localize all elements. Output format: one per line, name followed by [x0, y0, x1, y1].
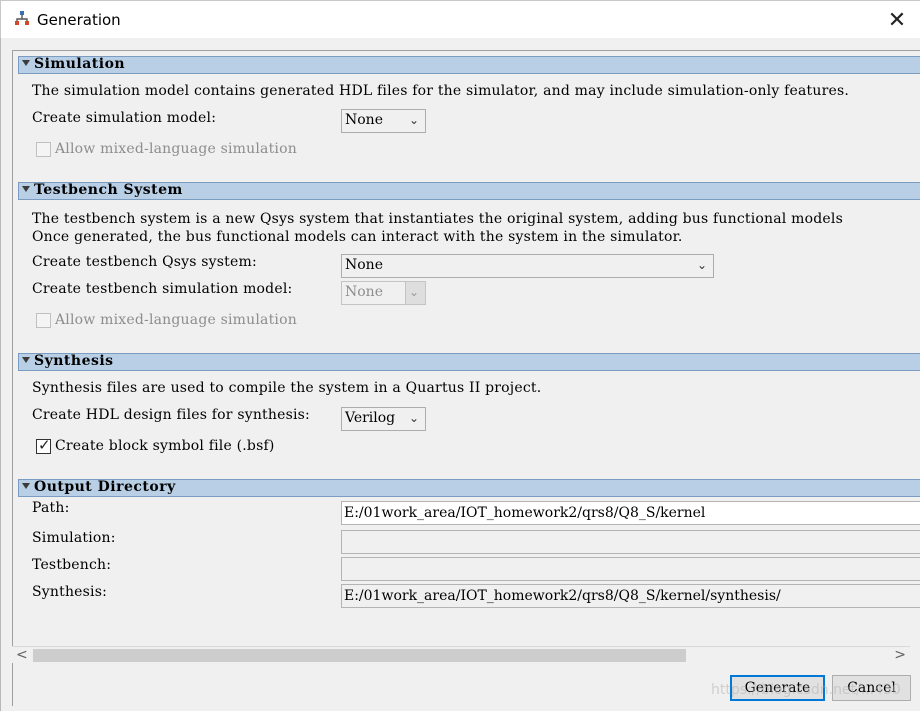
- collapse-triangle-icon[interactable]: [22, 186, 30, 192]
- select-value: None: [345, 257, 383, 273]
- output-simulation-field: [341, 530, 920, 554]
- testbench-mixed-language-checkbox[interactable]: [36, 313, 51, 328]
- output-simulation-label: Simulation:: [32, 530, 116, 546]
- output-synthesis-field: E:/01work_area/IOT_homework2/qrs8/Q8_S/k…: [341, 584, 920, 608]
- chevron-down-icon: ⌄: [408, 411, 419, 425]
- select-value: Verilog: [345, 410, 396, 426]
- section-header-output-directory[interactable]: Output Directory: [18, 479, 920, 497]
- select-value: None: [345, 284, 383, 300]
- dialog-body: Simulation The simulation model contains…: [0, 38, 920, 711]
- create-testbench-system-select[interactable]: None ⌄: [341, 254, 714, 278]
- collapse-triangle-icon[interactable]: [22, 483, 30, 489]
- checkmark-icon: ✓: [38, 436, 51, 454]
- simulation-mixed-language-checkbox[interactable]: [36, 142, 51, 157]
- window-title: Generation: [37, 11, 121, 29]
- chevron-down-icon: ⌄: [408, 285, 419, 299]
- create-hdl-files-select[interactable]: Verilog ⌄: [341, 407, 426, 431]
- create-hdl-files-label: Create HDL design files for synthesis:: [32, 407, 310, 423]
- horizontal-scrollbar[interactable]: < >: [12, 646, 910, 663]
- qsys-app-icon: [15, 11, 29, 25]
- simulation-mixed-language-label: Allow mixed-language simulation: [55, 141, 297, 157]
- output-testbench-field: [341, 557, 920, 581]
- section-header-testbench[interactable]: Testbench System: [18, 182, 920, 200]
- create-bsf-checkbox[interactable]: ✓: [36, 436, 51, 454]
- section-header-synthesis[interactable]: Synthesis: [18, 353, 920, 371]
- collapse-triangle-icon[interactable]: [22, 60, 30, 66]
- section-title: Simulation: [34, 56, 126, 72]
- collapse-triangle-icon[interactable]: [22, 357, 30, 363]
- scrollbar-thumb[interactable]: [33, 649, 686, 662]
- close-icon[interactable]: ✕: [888, 8, 906, 33]
- create-simulation-model-select[interactable]: None ⌄: [341, 109, 426, 133]
- select-value: None: [345, 112, 383, 128]
- create-testbench-sim-model-label: Create testbench simulation model:: [32, 281, 293, 297]
- create-bsf-label: Create block symbol file (.bsf): [55, 438, 275, 454]
- create-simulation-model-label: Create simulation model:: [32, 110, 217, 126]
- create-testbench-system-label: Create testbench Qsys system:: [32, 254, 257, 270]
- section-title: Testbench System: [34, 182, 183, 198]
- synthesis-description: Synthesis files are used to compile the …: [32, 380, 542, 396]
- output-path-label: Path:: [32, 500, 70, 516]
- scroll-right-arrow-icon[interactable]: >: [894, 647, 906, 663]
- section-title: Output Directory: [34, 479, 176, 495]
- testbench-mixed-language-label: Allow mixed-language simulation: [55, 312, 297, 328]
- watermark: https://blog.csdn.net/...430: [711, 682, 901, 698]
- testbench-description-line2: Once generated, the bus functional model…: [32, 229, 683, 245]
- output-path-field[interactable]: E:/01work_area/IOT_homework2/qrs8/Q8_S/k…: [341, 501, 920, 525]
- simulation-description: The simulation model contains generated …: [32, 83, 849, 99]
- close-button[interactable]: ✕: [874, 1, 920, 39]
- section-title: Synthesis: [34, 353, 114, 369]
- scroll-left-arrow-icon[interactable]: <: [16, 647, 28, 663]
- chevron-down-icon: ⌄: [408, 113, 419, 127]
- title-bar: Generation ✕: [0, 0, 920, 38]
- output-testbench-label: Testbench:: [32, 557, 112, 573]
- section-header-simulation[interactable]: Simulation: [18, 56, 920, 74]
- create-testbench-sim-model-select[interactable]: None ⌄: [341, 281, 426, 305]
- chevron-down-icon: ⌄: [696, 258, 707, 272]
- testbench-description-line1: The testbench system is a new Qsys syste…: [32, 211, 843, 227]
- output-synthesis-label: Synthesis:: [32, 584, 108, 600]
